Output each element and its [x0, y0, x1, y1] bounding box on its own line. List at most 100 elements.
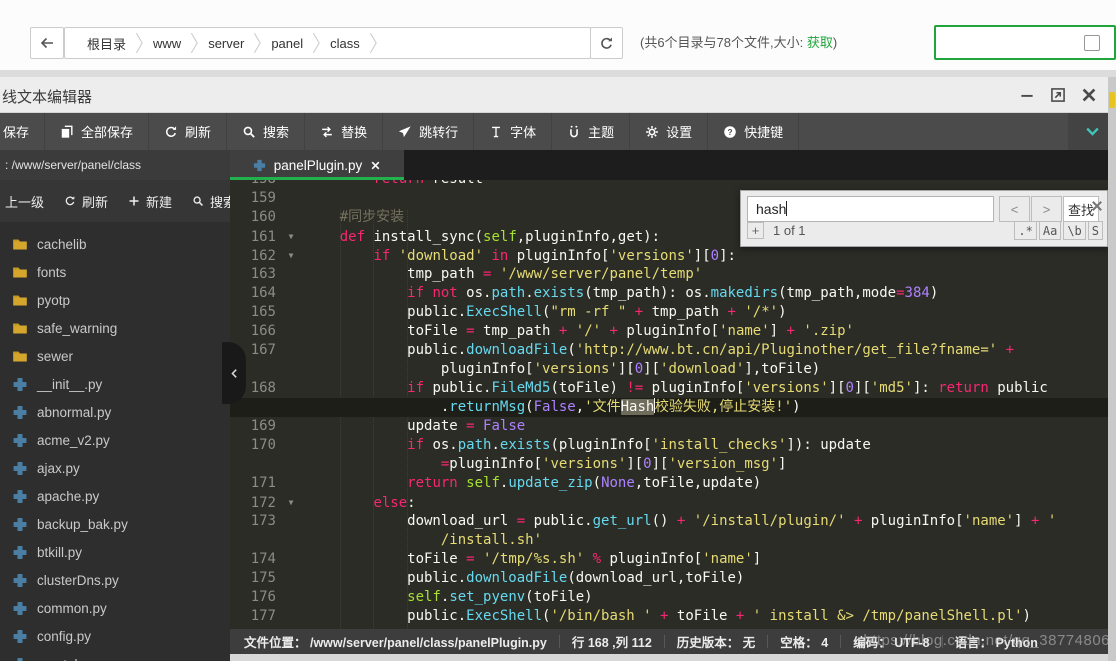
tab-strip: panelPlugin.py: [230, 150, 1116, 180]
file-search-input[interactable]: [934, 25, 1116, 60]
find-option-button[interactable]: .*: [1014, 221, 1037, 240]
status-segment: 文件位置： /www/server/panel/class/panelPlugi…: [244, 636, 547, 650]
code-line[interactable]: 158 return result: [230, 180, 1116, 189]
fold-marker[interactable]: ▼: [276, 227, 306, 246]
sidebar-refresh-button[interactable]: 刷新: [54, 192, 118, 211]
code-line[interactable]: .returnMsg(False,'文件Hash校验失败,停止安装!'): [230, 398, 1116, 417]
get-size-link[interactable]: 获取: [807, 35, 833, 50]
refresh-directory-button[interactable]: [590, 27, 623, 59]
tab-panelplugin[interactable]: panelPlugin.py: [230, 150, 404, 180]
code-line[interactable]: 169 update = False: [230, 417, 1116, 436]
code-line[interactable]: 166 toFile = tmp_path + '/' + pluginInfo…: [230, 322, 1116, 341]
folder-item[interactable]: cachelib: [0, 230, 230, 258]
search-checkbox[interactable]: [1084, 35, 1100, 51]
code-line[interactable]: /install.sh': [230, 531, 1116, 550]
sidebar-up-level-button[interactable]: 上一级: [0, 192, 54, 211]
toolbar-button-label: 主题: [588, 125, 615, 140]
fold-marker[interactable]: ▼: [276, 246, 306, 265]
find-option-button[interactable]: S: [1087, 221, 1103, 240]
refresh-button[interactable]: 刷新: [149, 113, 228, 150]
save-all-button[interactable]: 全部保存: [45, 113, 150, 150]
file-item[interactable]: clusterDns.py: [0, 566, 230, 594]
find-add-button[interactable]: +: [747, 222, 764, 239]
folder-item[interactable]: fonts: [0, 258, 230, 286]
replace-button[interactable]: 替换: [305, 113, 384, 150]
code-token: tmp_path: [474, 323, 559, 339]
breadcrumb-item[interactable]: 根目录: [78, 34, 135, 53]
find-option-button[interactable]: \b: [1063, 221, 1086, 240]
fold-marker[interactable]: ▼: [276, 493, 306, 512]
code-line[interactable]: 173 download_url = public.get_url() + '/…: [230, 512, 1116, 531]
minimize-button[interactable]: [1018, 86, 1036, 104]
code-token: exists: [499, 437, 551, 453]
code-line[interactable]: 175 public.downloadFile(download_url,toF…: [230, 569, 1116, 588]
sidebar-button-label: 搜索: [210, 194, 230, 210]
code-token: pluginInfo[: [617, 323, 720, 339]
maximize-button[interactable]: [1049, 86, 1067, 104]
sidebar-collapse-handle[interactable]: [222, 342, 246, 404]
code-line[interactable]: 164 if not os.path.exists(tmp_path): os.…: [230, 284, 1116, 303]
sidebar-search-button[interactable]: 搜索: [182, 192, 230, 211]
theme-button[interactable]: 主题: [552, 113, 631, 150]
code-line[interactable]: 172 ▼ else:: [230, 493, 1116, 512]
find-next-button[interactable]: >: [1031, 196, 1062, 222]
find-input[interactable]: hash: [747, 196, 994, 222]
code-line[interactable]: 170 if os.path.exists(pluginInfo['instal…: [230, 436, 1116, 455]
code-line[interactable]: 165 public.ExecShell("rm -rf " + tmp_pat…: [230, 303, 1116, 322]
breadcrumb-item[interactable]: panel: [262, 36, 312, 51]
settings-button[interactable]: 设置: [630, 113, 709, 150]
save-button[interactable]: 保存: [0, 113, 46, 150]
code-token: +: [727, 304, 736, 320]
search-button[interactable]: 搜索: [227, 113, 306, 150]
file-item[interactable]: backup_bak.py: [0, 510, 230, 538]
code-token: =: [516, 513, 526, 529]
folder-item[interactable]: safe_warning: [0, 314, 230, 342]
hotkeys-button[interactable]: ? 快捷键: [708, 113, 800, 150]
find-close-icon[interactable]: [1090, 199, 1104, 213]
code-line[interactable]: 177 public.ExecShell('/bin/bash ' + toFi…: [230, 607, 1116, 626]
find-option-button[interactable]: Aa: [1038, 221, 1062, 240]
file-item[interactable]: config.py: [0, 622, 230, 650]
close-button[interactable]: [1080, 86, 1098, 104]
page-scrollbar[interactable]: [1108, 77, 1116, 661]
tab-close-icon[interactable]: [370, 160, 381, 171]
settings-icon: [645, 125, 659, 139]
find-prev-button[interactable]: <: [999, 196, 1030, 222]
folder-item[interactable]: sewer: [0, 342, 230, 370]
code-token: ExecShell: [466, 304, 543, 320]
code-line[interactable]: 162 ▼ if 'download' in pluginInfo['versio…: [230, 246, 1116, 265]
breadcrumb-item[interactable]: server: [199, 36, 253, 51]
code-line[interactable]: 163 tmp_path = '/www/server/panel/temp': [230, 265, 1116, 284]
code-line[interactable]: 174 toFile = '/tmp/%s.sh' % pluginInfo['…: [230, 550, 1116, 569]
code-editor[interactable]: 158 return result159160 #同步安装161▼ def in…: [230, 180, 1116, 629]
code-line[interactable]: 171 return self.update_zip(None,toFile,u…: [230, 474, 1116, 493]
file-item[interactable]: acme_v2.py: [0, 426, 230, 454]
code-token: downloadFile: [466, 342, 568, 358]
file-item[interactable]: ajax.py: [0, 454, 230, 482]
code-line[interactable]: 168 if public.FileMd5(toFile) != pluginI…: [230, 379, 1116, 398]
code-token: if: [407, 380, 425, 396]
code-line[interactable]: pluginInfo['versions'][0]['download'],to…: [230, 360, 1116, 379]
file-item[interactable]: __init__.py: [0, 370, 230, 398]
file-item[interactable]: common.py: [0, 594, 230, 622]
code-line[interactable]: 167 public.downloadFile('http://www.bt.c…: [230, 341, 1116, 360]
folder-item[interactable]: pyotp: [0, 286, 230, 314]
code-token: (pluginInfo[: [550, 437, 652, 453]
back-button[interactable]: [30, 27, 64, 59]
code-line[interactable]: =pluginInfo['versions'][0]['version_msg'…: [230, 455, 1116, 474]
sidebar-plus-button[interactable]: 新建: [118, 192, 182, 211]
code-token: '/www/server/panel/temp': [499, 266, 703, 282]
file-item[interactable]: btkill.py: [0, 538, 230, 566]
goto-line-button[interactable]: 跳转行: [383, 113, 475, 150]
code-line[interactable]: 176 self.set_pyenv(toFile): [230, 588, 1116, 607]
font-button[interactable]: 字体: [474, 113, 553, 150]
breadcrumb-item[interactable]: class: [321, 36, 369, 51]
file-item[interactable]: apache.py: [0, 482, 230, 510]
file-item[interactable]: crontab.py: [0, 650, 230, 661]
file-item[interactable]: abnormal.py: [0, 398, 230, 426]
breadcrumb-item[interactable]: www: [144, 36, 190, 51]
